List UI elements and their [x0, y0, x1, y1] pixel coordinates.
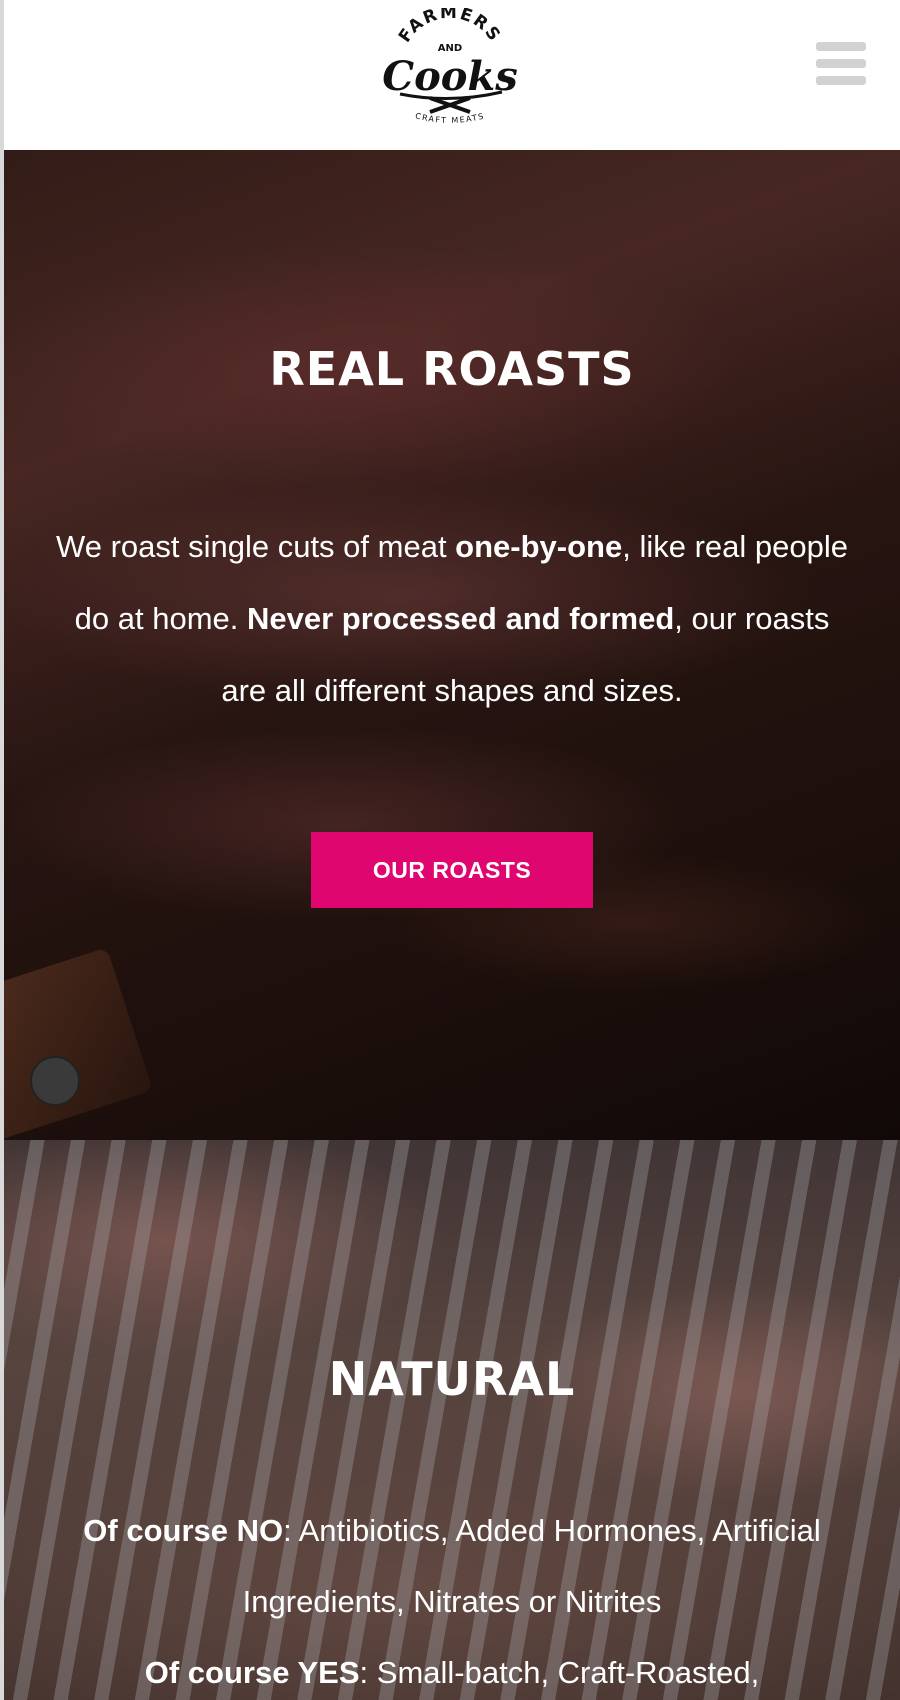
- our-roasts-button[interactable]: OUR ROASTS: [311, 832, 593, 908]
- of-course-no-label: Of course NO: [83, 1513, 284, 1548]
- svg-text:FARMERS: FARMERS: [395, 8, 505, 46]
- description-emphasis: one-by-one: [455, 529, 623, 564]
- real-roasts-section: REAL ROASTS We roast single cuts of meat…: [4, 150, 900, 1140]
- natural-section: NATURAL Of course NO: Antibiotics, Added…: [4, 1140, 900, 1700]
- description-text: We roast single cuts of meat: [56, 529, 456, 564]
- section-title-natural: NATURAL: [328, 1352, 576, 1406]
- menu-bar: [816, 59, 866, 68]
- real-roasts-description: We roast single cuts of meat one-by-one,…: [54, 511, 850, 727]
- natural-content: NATURAL Of course NO: Antibiotics, Added…: [4, 1140, 900, 1700]
- menu-bar: [816, 76, 866, 85]
- description-emphasis: Never processed and formed: [247, 601, 675, 636]
- site-header: FARMERS AND Cooks CRAFT MEATS: [0, 0, 900, 150]
- of-course-yes-label: Of course YES: [144, 1655, 360, 1690]
- svg-text:CRAFT MEATS: CRAFT MEATS: [414, 111, 485, 125]
- menu-bar: [816, 42, 866, 51]
- real-roasts-content: REAL ROASTS We roast single cuts of meat…: [4, 150, 900, 1140]
- farmers-and-cooks-logo-icon: FARMERS AND Cooks CRAFT MEATS: [382, 8, 517, 125]
- of-course-yes-text: : Small-batch, Craft-Roasted,: [359, 1655, 760, 1690]
- brand-logo[interactable]: FARMERS AND Cooks CRAFT MEATS: [380, 8, 520, 140]
- hamburger-menu-icon[interactable]: [816, 42, 866, 86]
- of-course-no-text: : Antibiotics, Added Hormones, Artificia…: [242, 1513, 821, 1619]
- section-title-real-roasts: REAL ROASTS: [269, 342, 635, 396]
- natural-description: Of course NO: Antibiotics, Added Hormone…: [24, 1495, 880, 1700]
- left-edge-border: [0, 0, 4, 1700]
